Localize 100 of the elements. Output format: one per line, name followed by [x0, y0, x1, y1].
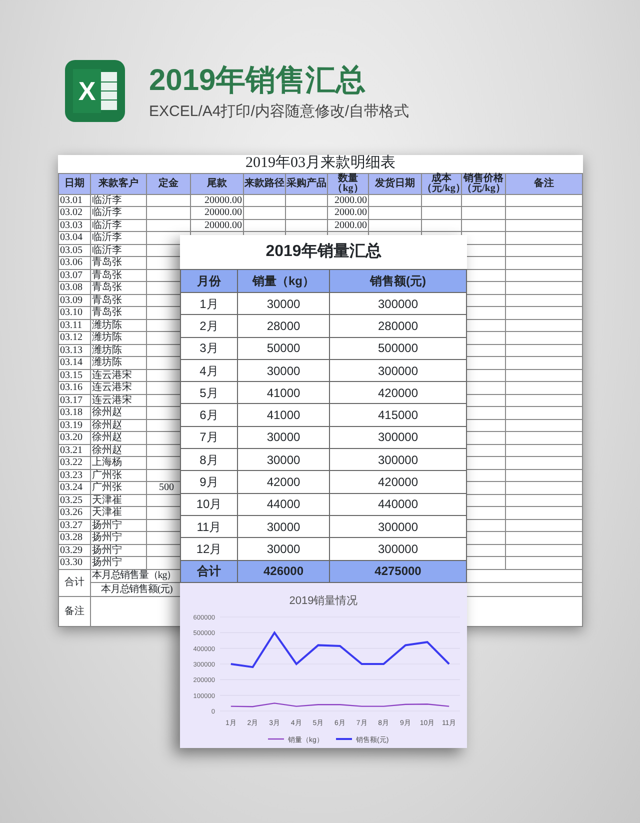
table-cell: 28000 [238, 314, 330, 338]
table-cell: 03.21 [58, 444, 90, 456]
sheet-title: 2019年销量汇总 [264, 242, 382, 262]
table-cell: 03.03 [58, 219, 90, 232]
table-cell: 临沂李 [90, 232, 146, 244]
table-cell: 徐州赵 [90, 444, 146, 456]
table-cell: 03.01 [58, 194, 90, 206]
table-cell: 备注 [58, 596, 90, 626]
table-cell: 5月 [180, 382, 238, 404]
table-cell: 03.11 [58, 319, 90, 332]
table-cell: 2000.00 [328, 219, 368, 232]
sheet-title: 2019年03月来款明细表 [58, 155, 583, 173]
table-cell: 2000.00 [328, 194, 368, 206]
column-header: 日期 [58, 173, 90, 194]
column-header: 成本（元/kg） [422, 173, 462, 194]
table-cell: 扬州宁 [90, 556, 146, 569]
table-cell: 03.16 [58, 382, 90, 394]
table-cell: 03.27 [58, 519, 90, 532]
chart-title: 2019销量情况 [289, 594, 358, 607]
table-cell: 30000 [238, 448, 330, 471]
table-cell: 03.30 [58, 556, 90, 569]
table-cell: 扬州宁 [90, 544, 146, 556]
table-cell: 天津崔 [90, 494, 146, 506]
table-cell: 8月 [180, 448, 238, 471]
table-cell: 青岛张 [90, 269, 146, 282]
table-cell: 广州张 [90, 469, 146, 482]
table-cell: 潍坊陈 [90, 319, 146, 332]
table-cell: 300000 [330, 292, 466, 315]
table-cell: 1月 [180, 292, 238, 315]
table-cell: 03.24 [58, 482, 90, 494]
table-cell: 4月 [180, 359, 238, 382]
table-cell: 徐州赵 [90, 406, 146, 419]
table-cell: 临沂李 [90, 194, 146, 206]
table-cell: 30000 [238, 292, 330, 315]
table-cell: 潍坊陈 [90, 332, 146, 344]
table-cell: 415000 [330, 404, 466, 426]
table-cell: 03.17 [58, 394, 90, 406]
table-cell: 3月 [180, 337, 238, 360]
table-cell: 03.28 [58, 532, 90, 544]
table-cell: 青岛张 [90, 294, 146, 306]
table-cell: 12月 [180, 538, 238, 560]
table-cell: 03.18 [58, 406, 90, 419]
table-cell: 20000.00 [190, 219, 244, 232]
table-cell: 300000 [330, 515, 466, 538]
table-cell: 03.12 [58, 332, 90, 344]
table-cell: 扬州宁 [90, 532, 146, 544]
table-cell: 03.10 [58, 306, 90, 319]
column-header: 月份 [180, 270, 238, 292]
column-header: 尾款 [190, 173, 244, 194]
column-header: 定金 [146, 173, 190, 194]
table-cell: 天津崔 [90, 506, 146, 519]
table-cell: 合计 [180, 560, 238, 582]
table-cell: 10月 [180, 493, 238, 516]
table-cell: 03.20 [58, 432, 90, 444]
table-cell: 30000 [238, 359, 330, 382]
table-cell: 20000.00 [190, 206, 244, 219]
table-cell: 03.26 [58, 506, 90, 519]
table-cell: 9月 [180, 470, 238, 494]
table-cell: 30000 [238, 515, 330, 538]
table-cell: 420000 [330, 470, 466, 494]
table-cell: 潍坊陈 [90, 356, 146, 369]
table-cell: 03.06 [58, 256, 90, 269]
spreadsheet-app-icon: X [65, 60, 125, 122]
table-cell: 03.29 [58, 544, 90, 556]
column-header: 发货日期 [368, 173, 422, 194]
table-cell: 临沂李 [90, 219, 146, 232]
column-header: 数量（kg） [328, 173, 368, 194]
table-cell: 41000 [238, 404, 330, 426]
page-subtitle: EXCEL/A4打印/内容随意修改/自带格式 [149, 102, 410, 122]
table-cell: 300000 [330, 538, 466, 560]
table-cell: 420000 [330, 382, 466, 404]
table-cell: 徐州赵 [90, 419, 146, 432]
table-cell: 03.19 [58, 419, 90, 432]
table-cell: 合计 [58, 569, 90, 596]
table-cell: 连云港宋 [90, 394, 146, 406]
table-cell: 2月 [180, 314, 238, 338]
table-cell: 03.25 [58, 494, 90, 506]
column-header: 销售价格（元/kg） [462, 173, 506, 194]
table-cell: 280000 [330, 314, 466, 338]
table-cell: 03.15 [58, 369, 90, 382]
table-cell: 临沂李 [90, 206, 146, 219]
table-cell: 20000.00 [190, 194, 244, 206]
table-cell: 03.23 [58, 469, 90, 482]
table-cell: 临沂李 [90, 244, 146, 256]
table-cell: 03.05 [58, 244, 90, 256]
table-cell: 426000 [238, 560, 330, 582]
table-cell: 6月 [180, 404, 238, 426]
column-header: 备注 [506, 173, 583, 194]
table-cell: 42000 [238, 470, 330, 494]
table-cell: 青岛张 [90, 282, 146, 294]
table-cell: 连云港宋 [90, 369, 146, 382]
table-cell: 41000 [238, 382, 330, 404]
column-header: 来款路径 [244, 173, 286, 194]
table-cell: 500000 [330, 337, 466, 360]
table-cell: 2000.00 [328, 206, 368, 219]
table-cell: 03.07 [58, 269, 90, 282]
page-title: 2019年销售汇总 [149, 64, 367, 97]
table-cell: 03.14 [58, 356, 90, 369]
table-cell: 300000 [330, 359, 466, 382]
table-cell: 上海杨 [90, 456, 146, 469]
